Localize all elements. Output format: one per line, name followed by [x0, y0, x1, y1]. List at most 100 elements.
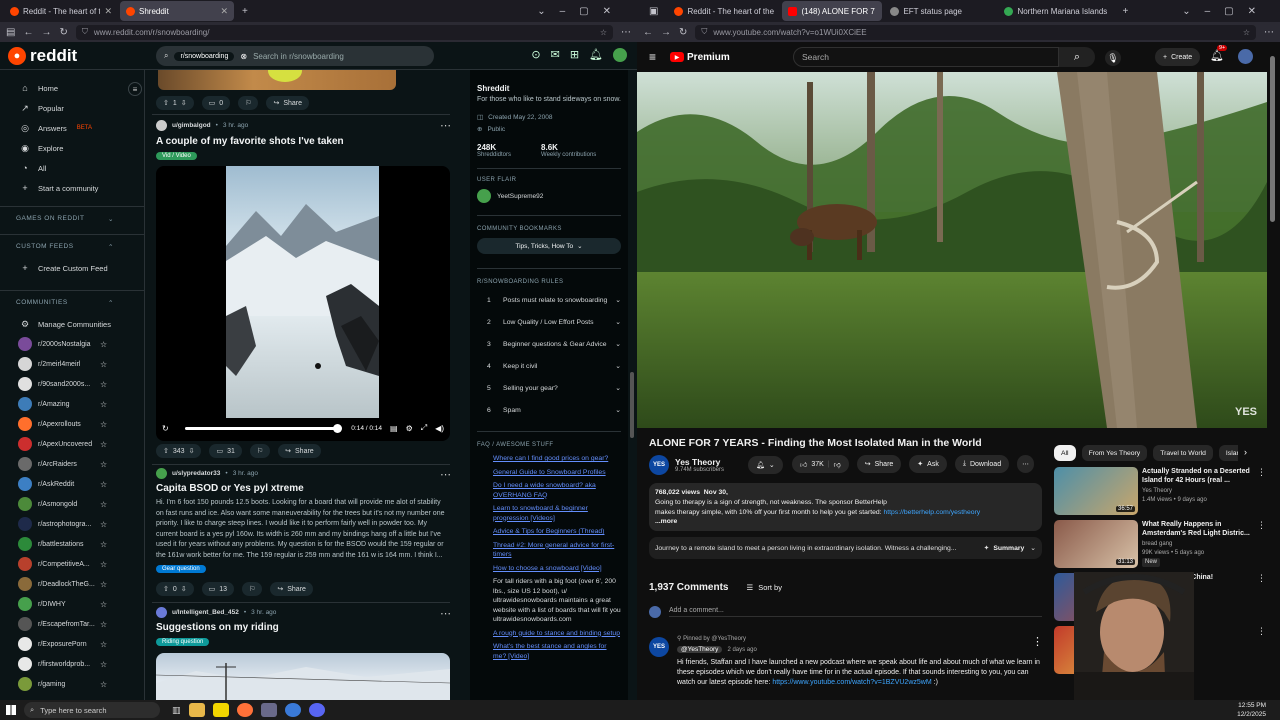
downvote-icon[interactable]: ⇩ [181, 585, 187, 593]
discord-icon[interactable] [308, 703, 325, 717]
faq-link[interactable]: How to choose a snowboard [Video] [493, 564, 621, 574]
back-icon[interactable]: ← [643, 27, 653, 38]
like-icon[interactable]: 👍︎ [800, 460, 807, 469]
favorite-star-icon[interactable]: ☆ [100, 660, 107, 669]
community-item[interactable]: r/ArcRaiders ☆ [0, 454, 144, 474]
new-tab-icon[interactable]: + [242, 6, 248, 17]
faq-link[interactable]: Do I need a wide snowboard? aka OVERHANG… [493, 481, 621, 500]
avatar[interactable] [156, 120, 167, 131]
system-clock[interactable]: 12:55 PM 12/2/2025 [1237, 701, 1266, 719]
more-icon[interactable]: ⋮ [1257, 573, 1266, 584]
comments-button[interactable]: ▭ 0 [201, 96, 231, 110]
chat-icon[interactable]: ✉ [551, 48, 560, 62]
settings-icon[interactable]: ⚙ [406, 424, 413, 433]
comment-link[interactable]: https://www.youtube.com/watch?v=1BZVU2wz… [772, 679, 931, 686]
search-input[interactable]: ⌕ r/snowboarding ⊗ Search in r/snowboard… [156, 46, 434, 66]
avatar[interactable] [156, 468, 167, 479]
nav-item-all[interactable]: ◔ All [0, 158, 144, 178]
post-author[interactable]: u/gimbalgod [172, 122, 211, 129]
download-button[interactable]: ⤓ Download [954, 455, 1010, 473]
downvote-icon[interactable]: ⇩ [181, 99, 187, 107]
reddit-logo[interactable]: ● reddit [8, 46, 77, 66]
more-icon[interactable]: ⋮ [1257, 520, 1266, 531]
communities-header[interactable]: COMMUNITIES ⌃ [0, 290, 144, 314]
mic-icon[interactable]: 🎙︎ [1105, 50, 1121, 66]
post-author[interactable]: u/slypredator33 [172, 470, 220, 477]
favorite-star-icon[interactable]: ☆ [100, 480, 107, 489]
community-item[interactable]: r/Amazing ☆ [0, 394, 144, 414]
post-flair[interactable]: Vid / Video [156, 152, 197, 160]
custom-feeds-header[interactable]: CUSTOM FEEDS ⌃ [0, 234, 144, 258]
favorite-star-icon[interactable]: ☆ [100, 500, 107, 509]
rule-item[interactable]: 5 Selling your gear? ⌄ [477, 377, 621, 399]
favorite-star-icon[interactable]: ☆ [100, 580, 107, 589]
favorite-star-icon[interactable]: ☆ [100, 640, 107, 649]
url-field[interactable]: ⛉ www.reddit.com/r/snowboarding/ ☆ [75, 24, 613, 40]
replay-icon[interactable]: ↻ [162, 424, 169, 433]
user-flair[interactable]: YeetSupreme92 [477, 189, 621, 203]
chip-close-icon[interactable]: ⊗ [240, 52, 247, 61]
more-actions-button[interactable]: ⋯ [1017, 455, 1035, 473]
close-icon[interactable]: ✕ [220, 6, 228, 17]
app-icon[interactable] [260, 703, 277, 717]
comment-author[interactable]: @YesTheory [677, 646, 723, 653]
community-item[interactable]: r/Apexrollouts ☆ [0, 414, 144, 434]
community-item[interactable]: r/DeadlockTheG... ☆ [0, 574, 144, 594]
vote-pill[interactable]: ⇧ 0 ⇩ [156, 582, 194, 596]
share-button[interactable]: ↪ Share [266, 96, 310, 110]
ai-summary[interactable]: Journey to a remote island to meet a per… [649, 537, 1042, 559]
video-thumbnail[interactable]: 31:13 [1054, 520, 1138, 568]
post-title[interactable]: Suggestions on my riding [156, 622, 279, 633]
dislike-icon[interactable]: 👎︎ [834, 460, 841, 469]
sort-button[interactable]: ☰ Sort by [746, 583, 782, 592]
post-flair[interactable]: Gear question [156, 565, 206, 573]
faq-link[interactable]: Advice & Tips for Beginners (Thread) [493, 527, 621, 537]
upvote-icon[interactable]: ⇧ [163, 585, 169, 593]
back-icon[interactable]: ← [23, 27, 33, 38]
filter-chip[interactable]: All [1054, 445, 1076, 461]
vote-pill[interactable]: ⇧ 343 ⇩ [156, 444, 202, 458]
add-comment[interactable]: Add a comment... [649, 606, 1042, 618]
video-title[interactable]: Actually Stranded on a Deserted Island f… [1142, 467, 1254, 485]
notification-icon[interactable]: 🔔︎ [589, 48, 603, 62]
bookmark-button[interactable]: Tips, Tricks, How To ⌄ [477, 238, 621, 254]
bookmark-star-icon[interactable]: ☆ [600, 28, 607, 37]
video-channel[interactable]: bread gang [1142, 540, 1172, 549]
favorite-star-icon[interactable]: ☆ [100, 360, 107, 369]
post-overflow-icon[interactable]: ⋯ [440, 607, 451, 620]
tab-youtube[interactable]: (148) ALONE FOR 7 YEA [782, 1, 883, 21]
favorite-star-icon[interactable]: ☆ [100, 560, 107, 569]
upvote-icon[interactable]: ⇧ [163, 447, 169, 455]
favorite-star-icon[interactable]: ☆ [100, 460, 107, 469]
taskbar-search[interactable]: ⌕ Type here to search [24, 702, 160, 718]
nav-item-popular[interactable]: ↗ Popular [0, 98, 144, 118]
downvote-icon[interactable]: ⇩ [189, 447, 195, 455]
forward-icon[interactable]: → [661, 27, 671, 38]
filter-chip[interactable]: Travel to World [1153, 445, 1213, 461]
ask-button[interactable]: ✦ Ask [909, 455, 947, 473]
rule-item[interactable]: 4 Keep it civil ⌄ [477, 355, 621, 377]
rule-item[interactable]: 1 Posts must relate to snowboarding ⌄ [477, 289, 621, 311]
nav-item-explore[interactable]: ◉ Explore [0, 138, 144, 158]
favorite-star-icon[interactable]: ☆ [100, 680, 107, 689]
tab-eft-status[interactable]: EFT status page [884, 1, 996, 21]
community-item[interactable]: r/AskReddit ☆ [0, 474, 144, 494]
sidebar-icon[interactable]: ▤ [6, 27, 15, 38]
create-post-icon[interactable]: ⊞ [570, 48, 579, 62]
rule-item[interactable]: 6 Spam ⌄ [477, 399, 621, 421]
sticky-app-icon[interactable] [212, 703, 229, 717]
task-view-icon[interactable]: ▥ [172, 705, 181, 716]
community-item[interactable]: r/ApexUncovered ☆ [0, 434, 144, 454]
more-icon[interactable]: ⋮ [1257, 467, 1266, 478]
scrollbar[interactable] [630, 372, 634, 438]
avatar[interactable] [613, 48, 627, 62]
app-icon[interactable] [284, 703, 301, 717]
community-item[interactable]: r/ExposurePorn ☆ [0, 634, 144, 654]
video-channel[interactable]: Yes Theory [1142, 487, 1172, 496]
manage-communities[interactable]: ⚙ Manage Communities [0, 314, 144, 334]
community-item[interactable]: r/DIWHY ☆ [0, 594, 144, 614]
post-overflow-icon[interactable]: ⋯ [440, 468, 451, 481]
tab-overview-icon[interactable]: ▣ [649, 6, 658, 17]
favorite-star-icon[interactable]: ☆ [100, 540, 107, 549]
search-button[interactable]: ⌕ [1059, 47, 1095, 67]
